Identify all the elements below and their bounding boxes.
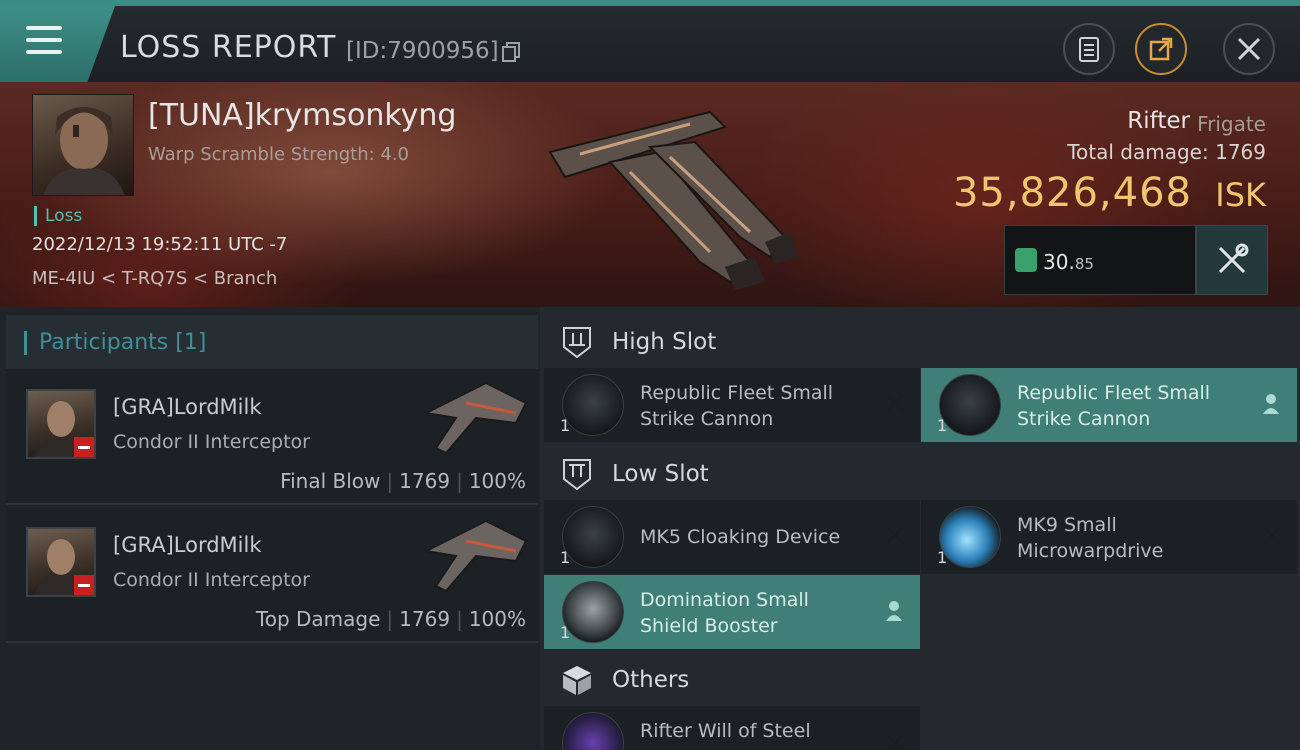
wrench-screwdriver-icon [1218,243,1249,274]
others-header: Others [540,649,1300,709]
module-quantity: 1 [560,416,571,435]
destroyed-icon [886,734,904,750]
module-item[interactable]: 1 Republic Fleet Small Strike Cannon [921,368,1297,442]
module-quantity: 1 [560,623,571,642]
victim-banner: [TUNA]krymsonkyng Warp Scramble Strength… [0,82,1300,307]
close-icon [1237,37,1261,61]
module-name: Republic Fleet Small Strike Cannon [640,382,834,430]
module-name: Republic Fleet Small Strike Cannon [1017,382,1211,430]
shield-booster-icon [562,581,624,643]
fitting-panel: High Slot 1 Republic Fleet Small Strike C… [540,307,1300,750]
module-quantity: 1 [937,548,948,567]
victim-avatar[interactable] [32,94,134,196]
module-name: Domination Small Shield Booster [640,589,809,637]
ship-class: Frigate [1197,112,1266,136]
isk-unit: ISK [1215,176,1266,214]
fitting-button[interactable] [1196,225,1268,295]
participant-stats: Top Damage | 1769 | 100% [255,607,526,631]
destroyed-icon [1263,526,1281,544]
report-button[interactable] [1063,23,1115,75]
total-damage-value: 1769 [1215,140,1266,164]
cannon-module-icon [562,374,624,436]
menu-icon[interactable] [26,26,62,54]
participant-ship-image [422,519,528,593]
avatar[interactable] [26,389,96,459]
module-item[interactable]: 1 MK5 Cloaking Device [544,500,920,574]
ship-name[interactable]: Rifter [1127,108,1190,134]
close-button[interactable] [1223,23,1275,75]
participants-title: Participants [1] [24,331,206,355]
low-slot-icon [563,459,591,491]
participant-row[interactable]: [GRA]LordMilk Condor II Interceptor Top … [6,507,538,643]
skin-icon [562,712,624,750]
total-damage: Total damage: 1769 [1067,140,1266,164]
microwarpdrive-icon [939,506,1001,568]
module-name: MK5 Cloaking Device [640,526,841,548]
destroyed-icon [886,526,904,544]
participants-header[interactable]: Participants [1] [6,315,538,371]
participant-ship-image [422,381,528,455]
trident-icon [1015,248,1037,272]
loss-tag: Loss [34,206,82,226]
cannon-module-icon [939,374,1001,436]
module-name: MK9 Small Microwarpdrive [1017,514,1164,562]
module-item[interactable]: Rifter Will of Steel [544,706,920,750]
high-slot-header: High Slot [540,311,1300,371]
share-icon [1149,37,1173,61]
total-damage-label: Total damage: [1067,140,1209,164]
share-button[interactable] [1135,23,1187,75]
module-quantity: 1 [937,416,948,435]
victim-name[interactable]: [TUNA]krymsonkyng [148,98,456,133]
cloaking-device-icon [562,506,624,568]
metric-value: 30.85 [1043,250,1094,274]
module-item[interactable]: 1 MK9 Small Microwarpdrive [921,500,1297,574]
module-item[interactable]: 1 Republic Fleet Small Strike Cannon [544,368,920,442]
copy-icon[interactable] [502,42,520,62]
top-bar: LOSS REPORT [ID:7900956] [0,0,1300,82]
participants-panel: Participants [1] [GRA]LordMilk Condor II… [0,307,540,750]
participant-ship[interactable]: Condor II Interceptor [113,569,310,591]
module-item[interactable]: 1 Domination Small Shield Booster [544,575,920,649]
dropped-person-icon [1263,394,1279,414]
hostile-standing-icon [74,575,94,595]
loss-location[interactable]: ME-4IU < T-RQ7S < Branch [32,268,277,289]
cube-icon [563,666,591,695]
participant-name[interactable]: [GRA]LordMilk [113,395,262,419]
isk-value: 35,826,468 [952,170,1192,216]
dropped-person-icon [886,601,902,621]
avatar[interactable] [26,527,96,597]
participant-row[interactable]: [GRA]LordMilk Condor II Interceptor Fina… [6,369,538,505]
page-title: LOSS REPORT [120,30,337,65]
warp-scramble-strength: Warp Scramble Strength: 4.0 [148,144,410,165]
metric-box: 30.85 [1004,225,1196,295]
module-name: Rifter Will of Steel [640,720,811,742]
report-id: [ID:7900956] [346,38,499,64]
high-slot-label: High Slot [612,329,717,355]
others-label: Others [612,667,690,693]
low-slot-label: Low Slot [612,461,709,487]
loss-datetime: 2022/12/13 19:52:11 UTC -7 [32,234,288,255]
participant-stats: Final Blow | 1769 | 100% [280,469,526,493]
module-quantity: 1 [560,548,571,567]
destroyed-icon [886,394,904,412]
clipboard-icon [1079,37,1099,62]
hostile-standing-icon [74,437,94,457]
high-slot-icon [563,327,591,359]
victim-ship-image [548,110,798,290]
participant-ship[interactable]: Condor II Interceptor [113,431,310,453]
participant-name[interactable]: [GRA]LordMilk [113,533,262,557]
low-slot-header: Low Slot [540,443,1300,503]
